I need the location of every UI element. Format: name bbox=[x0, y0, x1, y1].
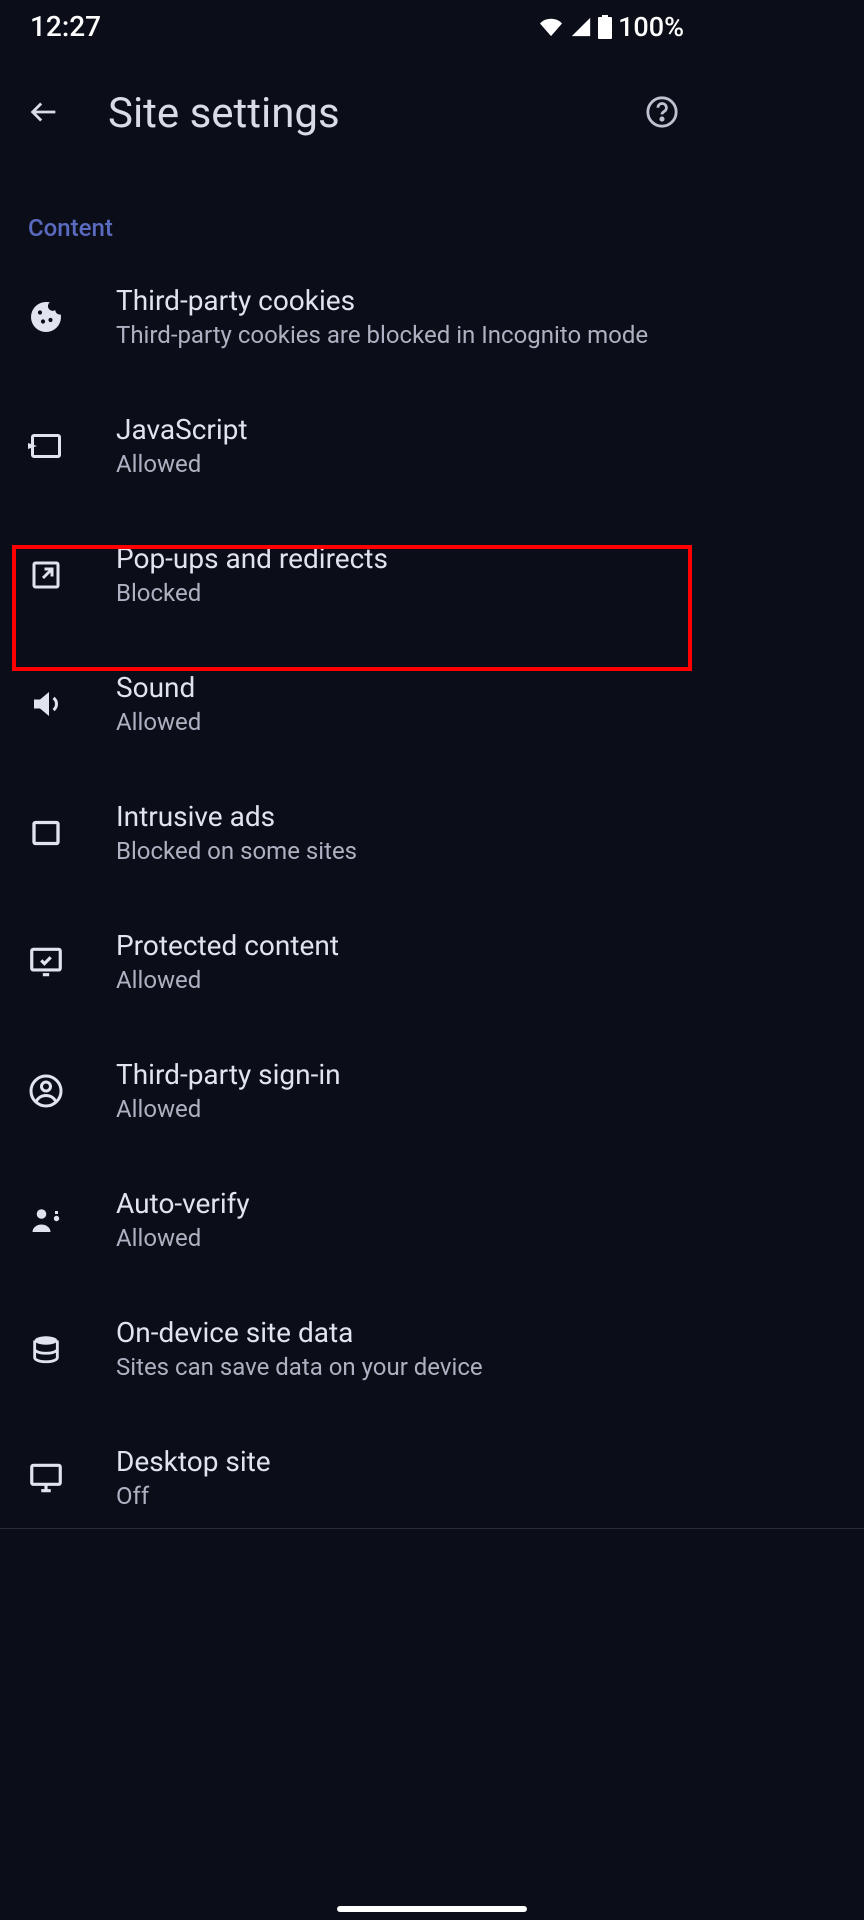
setting-auto-verify[interactable]: Auto-verify Allowed bbox=[0, 1155, 706, 1284]
setting-title: Third-party sign-in bbox=[116, 1058, 341, 1091]
app-bar: Site settings bbox=[0, 49, 706, 150]
settings-list: Third-party cookies Third-party cookies … bbox=[0, 252, 706, 1542]
arrow-left-icon bbox=[27, 95, 61, 132]
setting-title: Desktop site bbox=[116, 1445, 271, 1478]
javascript-icon bbox=[24, 424, 68, 468]
setting-protected-content[interactable]: Protected content Allowed bbox=[0, 897, 706, 1026]
battery-icon bbox=[598, 15, 612, 39]
setting-popups-redirects[interactable]: Pop-ups and redirects Blocked bbox=[0, 510, 706, 639]
setting-subtitle: Third-party cookies are blocked in Incog… bbox=[116, 321, 648, 349]
help-circle-icon bbox=[645, 95, 679, 132]
back-button[interactable] bbox=[22, 92, 66, 136]
setting-title: Auto-verify bbox=[116, 1187, 250, 1220]
setting-subtitle: Off bbox=[116, 1482, 271, 1510]
help-button[interactable] bbox=[640, 92, 684, 136]
section-header: Content bbox=[0, 150, 706, 252]
nav-bar-handle[interactable] bbox=[337, 1906, 527, 1912]
setting-subtitle: Sites can save data on your device bbox=[116, 1353, 483, 1381]
setting-third-party-cookies[interactable]: Third-party cookies Third-party cookies … bbox=[0, 252, 706, 381]
database-icon bbox=[24, 1327, 68, 1371]
setting-subtitle: Allowed bbox=[116, 450, 248, 478]
setting-intrusive-ads[interactable]: Intrusive ads Blocked on some sites bbox=[0, 768, 706, 897]
desktop-icon bbox=[24, 1456, 68, 1500]
ads-icon bbox=[24, 811, 68, 855]
cellular-icon bbox=[570, 16, 592, 38]
protected-content-icon bbox=[24, 940, 68, 984]
setting-title: Intrusive ads bbox=[116, 800, 357, 833]
setting-on-device-site-data[interactable]: On-device site data Sites can save data … bbox=[0, 1284, 706, 1413]
person-verify-icon bbox=[24, 1198, 68, 1242]
setting-subtitle: Allowed bbox=[116, 708, 201, 736]
sound-icon bbox=[24, 682, 68, 726]
account-circle-icon bbox=[24, 1069, 68, 1113]
setting-third-party-sign-in[interactable]: Third-party sign-in Allowed bbox=[0, 1026, 706, 1155]
status-bar: 12:27 100% bbox=[0, 0, 706, 49]
status-right: 100% bbox=[538, 11, 684, 43]
setting-title: JavaScript bbox=[116, 413, 248, 446]
setting-sound[interactable]: Sound Allowed bbox=[0, 639, 706, 768]
setting-subtitle: Allowed bbox=[116, 1224, 250, 1252]
setting-subtitle: Allowed bbox=[116, 966, 339, 994]
setting-title: On-device site data bbox=[116, 1316, 483, 1349]
setting-subtitle: Allowed bbox=[116, 1095, 341, 1123]
setting-title: Third-party cookies bbox=[116, 284, 648, 317]
cookie-icon bbox=[24, 295, 68, 339]
wifi-icon bbox=[538, 16, 564, 38]
setting-javascript[interactable]: JavaScript Allowed bbox=[0, 381, 706, 510]
bottom-divider bbox=[0, 1528, 864, 1529]
setting-title: Protected content bbox=[116, 929, 339, 962]
battery-percent: 100% bbox=[618, 11, 684, 43]
setting-title: Pop-ups and redirects bbox=[116, 542, 388, 575]
setting-subtitle: Blocked on some sites bbox=[116, 837, 357, 865]
setting-desktop-site[interactable]: Desktop site Off bbox=[0, 1413, 706, 1542]
setting-subtitle: Blocked bbox=[116, 579, 388, 607]
page-title: Site settings bbox=[108, 89, 598, 138]
status-time: 12:27 bbox=[30, 10, 101, 43]
setting-title: Sound bbox=[116, 671, 201, 704]
popup-icon bbox=[24, 553, 68, 597]
